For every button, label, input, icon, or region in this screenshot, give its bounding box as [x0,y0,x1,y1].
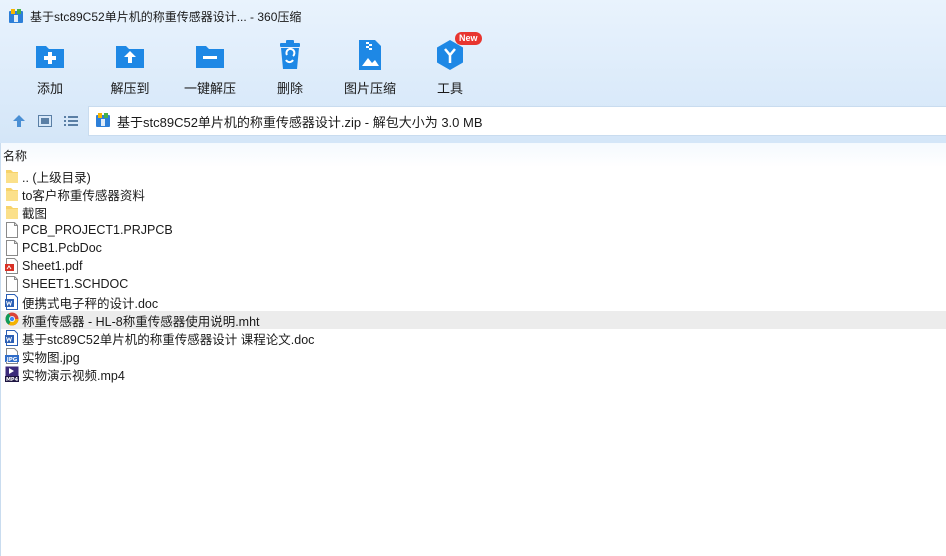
arrow-up-icon [13,115,25,127]
list-item-name: 称重传感器 - HL-8称重传感器使用说明.mht [22,314,260,329]
window-title: 基于stc89C52单片机的称重传感器设计... - 360压缩 [30,9,302,24]
navigation-bar: 基于stc89C52单片机的称重传感器设计.zip - 解包大小为 3.0 MB [0,106,946,136]
list-item[interactable]: MP4 实物演示视频.mp4 [1,365,946,383]
address-text: 基于stc89C52单片机的称重传感器设计.zip - 解包大小为 3.0 MB [117,114,483,130]
list-item[interactable]: Sheet1.pdf [1,257,946,275]
list-item[interactable]: 称重传感器 - HL-8称重传感器使用说明.mht [1,311,946,329]
add-button[interactable]: 添加 [10,36,90,98]
one-click-extract-label: 一键解压 [183,81,236,96]
list-item[interactable]: PCB_PROJECT1.PRJPCB [1,221,946,239]
toolbar: 添加 解压到 一键解压 删除 图片压缩 New 工具 [10,32,490,98]
list-item-name: 实物演示视频.mp4 [22,368,125,383]
image-compress-label: 图片压缩 [343,81,396,96]
list-item-name: 便携式电子秤的设计.doc [22,296,159,311]
one-click-extract-icon [193,38,227,72]
word-icon [5,330,19,346]
folder-icon [5,168,19,184]
list-item[interactable]: 截图 [1,203,946,221]
list-view-button[interactable] [58,108,84,134]
list-item[interactable]: JPG 实物图.jpg [1,347,946,365]
pdf-icon [5,258,19,274]
thumbnail-view-button[interactable] [32,108,58,134]
tools-button[interactable]: New 工具 [410,32,490,98]
one-click-extract-button[interactable]: 一键解压 [170,36,250,98]
extract-to-button[interactable]: 解压到 [90,36,170,98]
mp4-icon: MP4 [5,366,19,383]
extract-to-icon [113,38,147,72]
list-item-name: to客户称重传感器资料 [22,188,145,203]
list-item-name: Sheet1.pdf [22,259,83,273]
folder-icon [5,204,19,220]
list-item[interactable]: 基于stc89C52单片机的称重传感器设计 课程论文.doc [1,329,946,347]
add-label: 添加 [36,81,63,96]
jpg-icon: JPG [5,348,19,364]
list-item-name: SHEET1.SCHDOC [22,277,129,291]
file-icon [5,240,19,256]
folder-icon [5,186,19,202]
image-compress-button[interactable]: 图片压缩 [330,36,410,98]
list-item[interactable]: PCB1.PcbDoc [1,239,946,257]
list-item-name: PCB_PROJECT1.PRJPCB [22,223,173,237]
word-icon [5,294,19,310]
app-logo-icon [8,8,24,24]
column-header-name[interactable]: 名称 [1,143,946,167]
chrome-icon [5,312,19,328]
title-bar: 基于stc89C52单片机的称重传感器设计... - 360压缩 [0,0,946,32]
image-compress-icon [353,38,387,72]
new-badge: New [455,32,482,45]
file-icon [5,276,19,292]
tools-label: 工具 [436,81,463,96]
file-list: 名称 .. (上级目录) to客户称重传感器资料 截图 PCB_PROJECT1.PR… [0,143,946,556]
delete-label: 删除 [276,81,303,96]
extract-to-label: 解压到 [110,81,150,96]
list-item-name: 截图 [22,206,48,221]
zip-archive-icon [95,112,111,131]
top-area: 基于stc89C52单片机的称重传感器设计... - 360压缩 添加 解压到 [0,0,946,143]
svg-text:MP4: MP4 [6,377,19,382]
list-item-name: 基于stc89C52单片机的称重传感器设计 课程论文.doc [22,332,315,347]
list-item[interactable]: to客户称重传感器资料 [1,185,946,203]
add-icon [33,38,67,72]
list-item[interactable]: .. (上级目录) [1,167,946,185]
up-level-button[interactable] [6,108,32,134]
file-rows: .. (上级目录) to客户称重传感器资料 截图 PCB_PROJECT1.PRJPC… [1,167,946,383]
list-item[interactable]: 便携式电子秤的设计.doc [1,293,946,311]
list-item-name: 实物图.jpg [22,350,80,365]
file-icon [5,222,19,238]
svg-text:JPG: JPG [6,357,18,363]
delete-icon [273,38,307,72]
list-item-name: PCB1.PcbDoc [22,241,102,255]
thumbnail-view-icon [38,115,52,127]
address-bar[interactable]: 基于stc89C52单片机的称重传感器设计.zip - 解包大小为 3.0 MB [88,106,946,136]
list-item[interactable]: SHEET1.SCHDOC [1,275,946,293]
list-item-name: .. (上级目录) [22,170,91,185]
list-view-icon [64,116,78,126]
delete-button[interactable]: 删除 [250,36,330,98]
